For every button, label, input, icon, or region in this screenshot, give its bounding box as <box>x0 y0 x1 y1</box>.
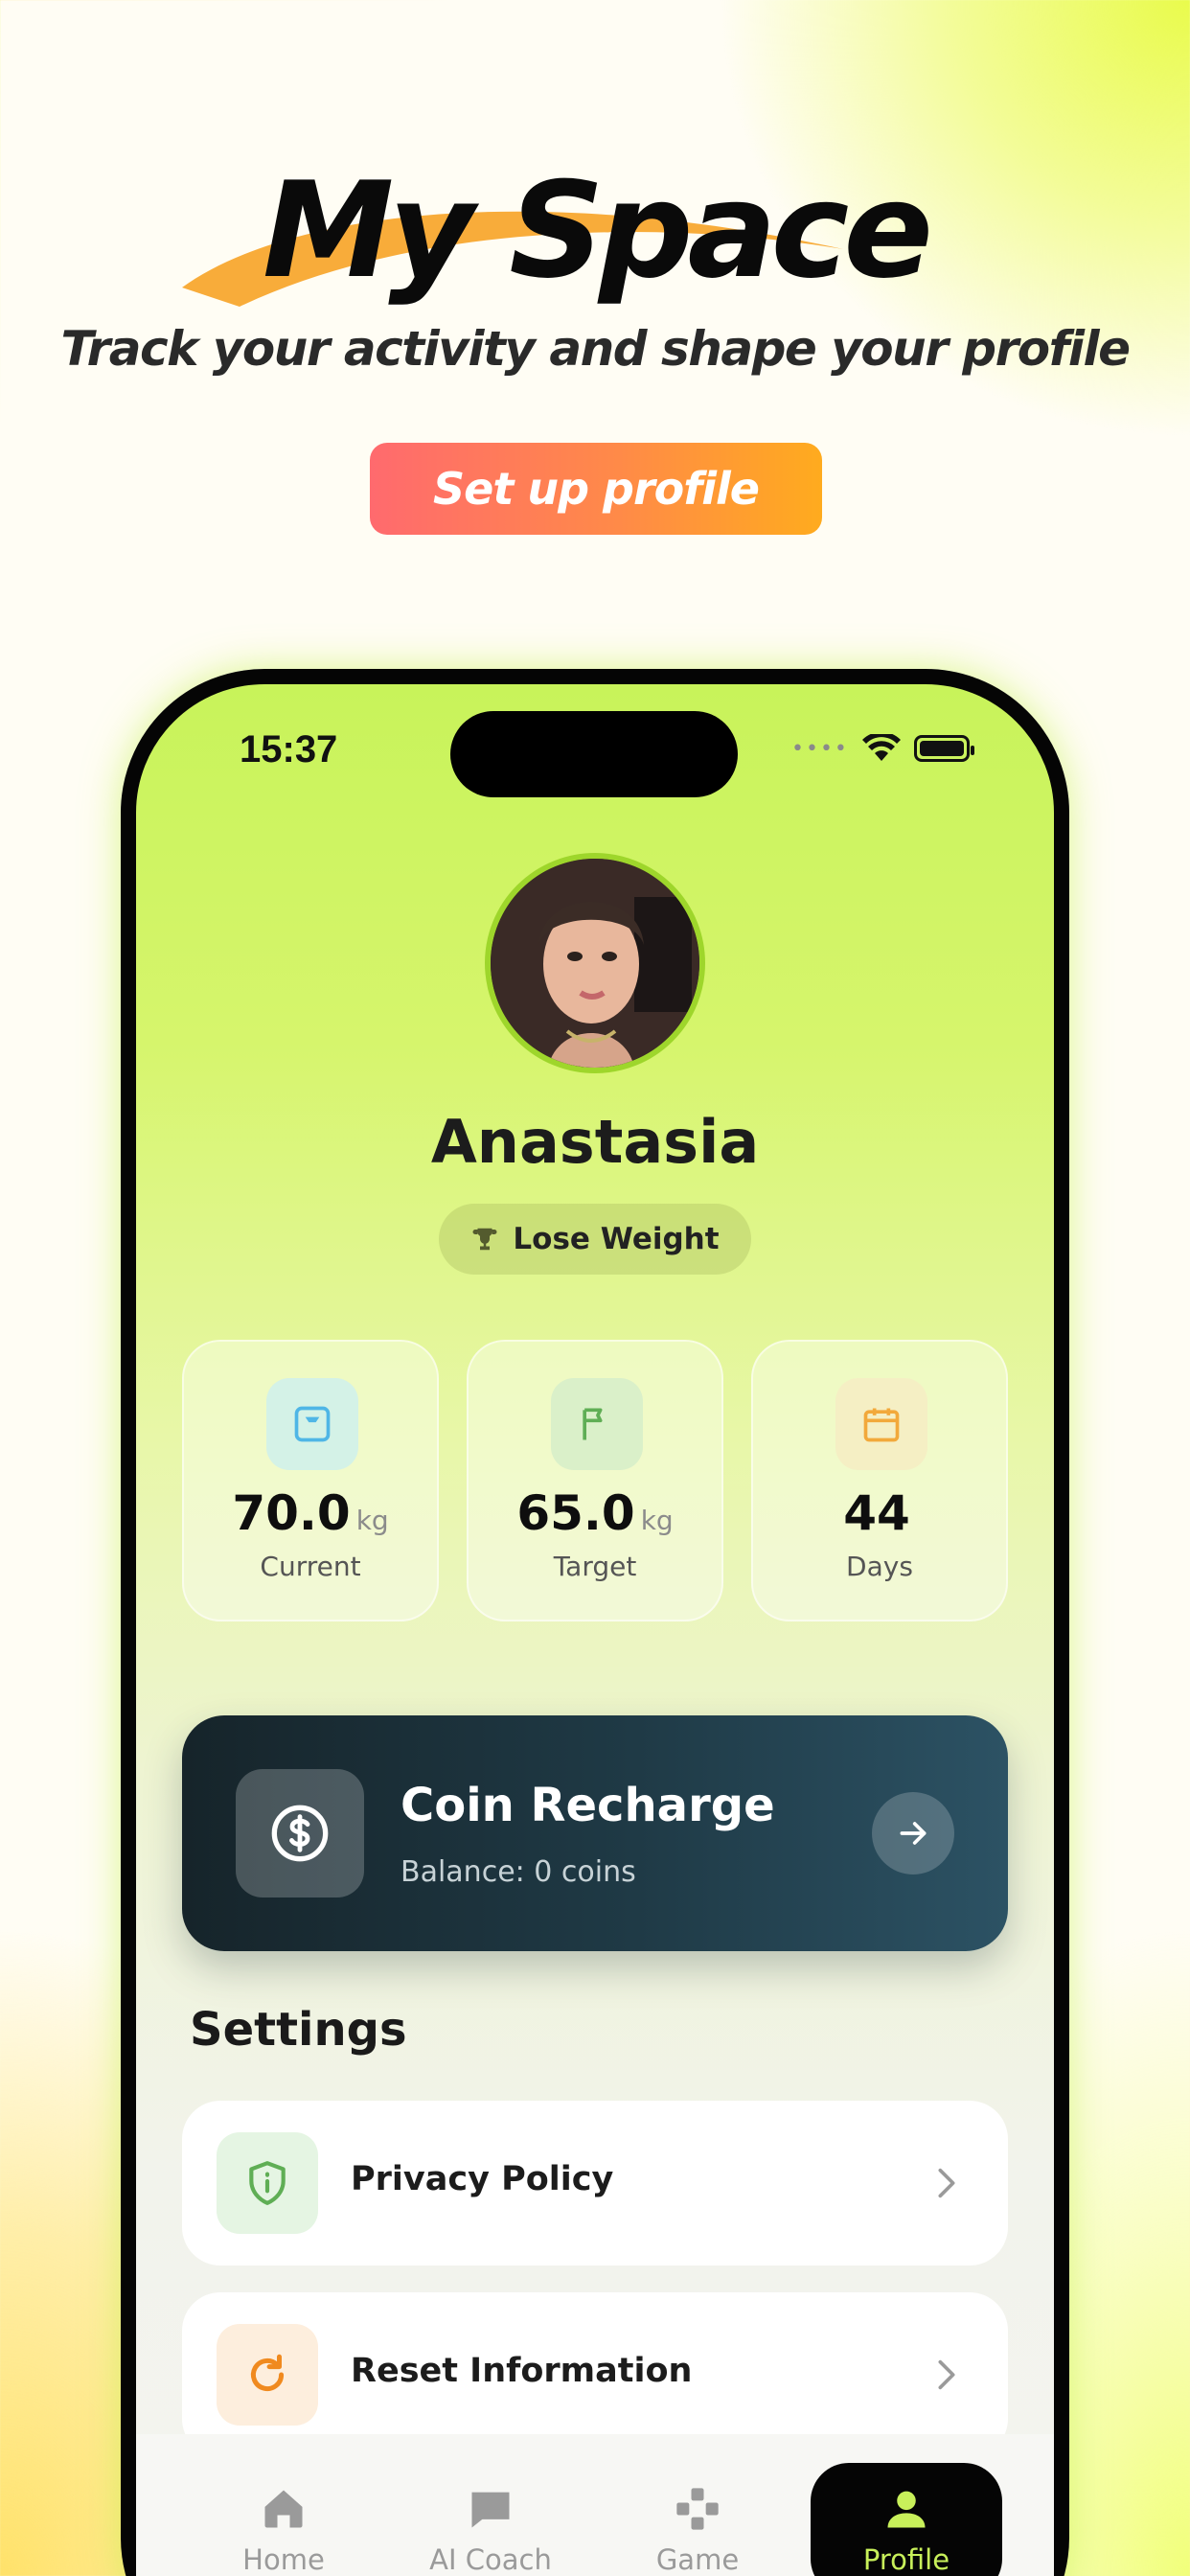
goal-badge: Lose Weight <box>439 1204 751 1275</box>
tab-label: AI Coach <box>429 2543 552 2576</box>
stat-label: Current <box>260 1551 361 1582</box>
reset-information-row[interactable]: Reset Information <box>182 2292 1008 2457</box>
chat-icon <box>471 2492 510 2528</box>
coin-balance: Balance: 0 coins <box>400 1855 636 1889</box>
tab-label: Profile <box>862 2543 950 2576</box>
tab-ai-coach[interactable]: AI Coach <box>395 2463 586 2576</box>
scale-icon <box>294 1406 331 1442</box>
arrow-right-icon <box>900 1822 927 1845</box>
signal-icon: •••• <box>791 736 849 761</box>
set-up-profile-button[interactable]: Set up profile <box>370 443 822 535</box>
flag-icon <box>583 1408 603 1440</box>
gamepad-icon <box>676 2488 719 2530</box>
tab-label: Game <box>655 2543 740 2576</box>
wifi-icon <box>861 734 901 761</box>
status-icons: •••• <box>791 734 974 763</box>
promo-title: My Space <box>262 153 933 308</box>
setting-icon-box <box>217 2324 318 2426</box>
promo-title-area: My Space <box>0 144 1190 326</box>
stat-card-current: 70.0 kg Current <box>182 1340 439 1622</box>
stat-icon-box <box>551 1378 643 1470</box>
tab-game[interactable]: Game <box>602 2463 793 2576</box>
coin-card-title: Coin Recharge <box>400 1779 775 1832</box>
stat-icon-box <box>266 1378 358 1470</box>
setting-icon-box <box>217 2132 318 2234</box>
status-time: 15:37 <box>240 728 338 770</box>
stat-value: 44 <box>843 1485 910 1541</box>
stat-card-days: 44 Days <box>751 1340 1008 1622</box>
stat-unit: kg <box>640 1505 674 1536</box>
stat-label: Target <box>553 1551 637 1582</box>
refresh-icon <box>250 2354 285 2392</box>
dynamic-island <box>450 711 738 797</box>
shield-info-icon <box>249 2161 286 2205</box>
stat-label: Days <box>846 1551 913 1582</box>
battery-icon <box>913 735 974 762</box>
stat-value: 70.0 <box>232 1485 351 1541</box>
avatar[interactable] <box>485 853 705 1073</box>
coin-icon-box <box>236 1769 364 1898</box>
home-icon <box>264 2490 303 2528</box>
goal-label: Lose Weight <box>513 1222 720 1256</box>
dollar-coin-icon <box>271 1805 329 1862</box>
tab-home[interactable]: Home <box>188 2463 379 2576</box>
tab-label: Home <box>242 2543 325 2576</box>
stat-value: 65.0 <box>516 1485 635 1541</box>
setting-label: Privacy Policy <box>351 2160 614 2198</box>
coin-recharge-arrow-button[interactable] <box>872 1792 954 1874</box>
setting-label: Reset Information <box>351 2352 693 2390</box>
stat-icon-box <box>835 1378 927 1470</box>
stat-unit: kg <box>355 1505 389 1536</box>
settings-heading: Settings <box>190 2003 407 2057</box>
chevron-right-icon <box>938 2359 955 2390</box>
promo-subtitle: Track your activity and shape your profi… <box>60 321 1131 377</box>
person-icon <box>887 2491 926 2528</box>
coin-recharge-card[interactable]: Coin Recharge Balance: 0 coins <box>182 1715 1008 1951</box>
chevron-right-icon <box>938 2168 955 2198</box>
trophy-icon <box>472 1228 497 1251</box>
user-name: Anastasia <box>430 1107 760 1177</box>
avatar-photo <box>491 859 699 1068</box>
calendar-icon <box>863 1408 900 1442</box>
stat-card-target: 65.0 kg Target <box>467 1340 723 1622</box>
tab-profile[interactable]: Profile <box>811 2463 1002 2576</box>
privacy-policy-row[interactable]: Privacy Policy <box>182 2101 1008 2266</box>
